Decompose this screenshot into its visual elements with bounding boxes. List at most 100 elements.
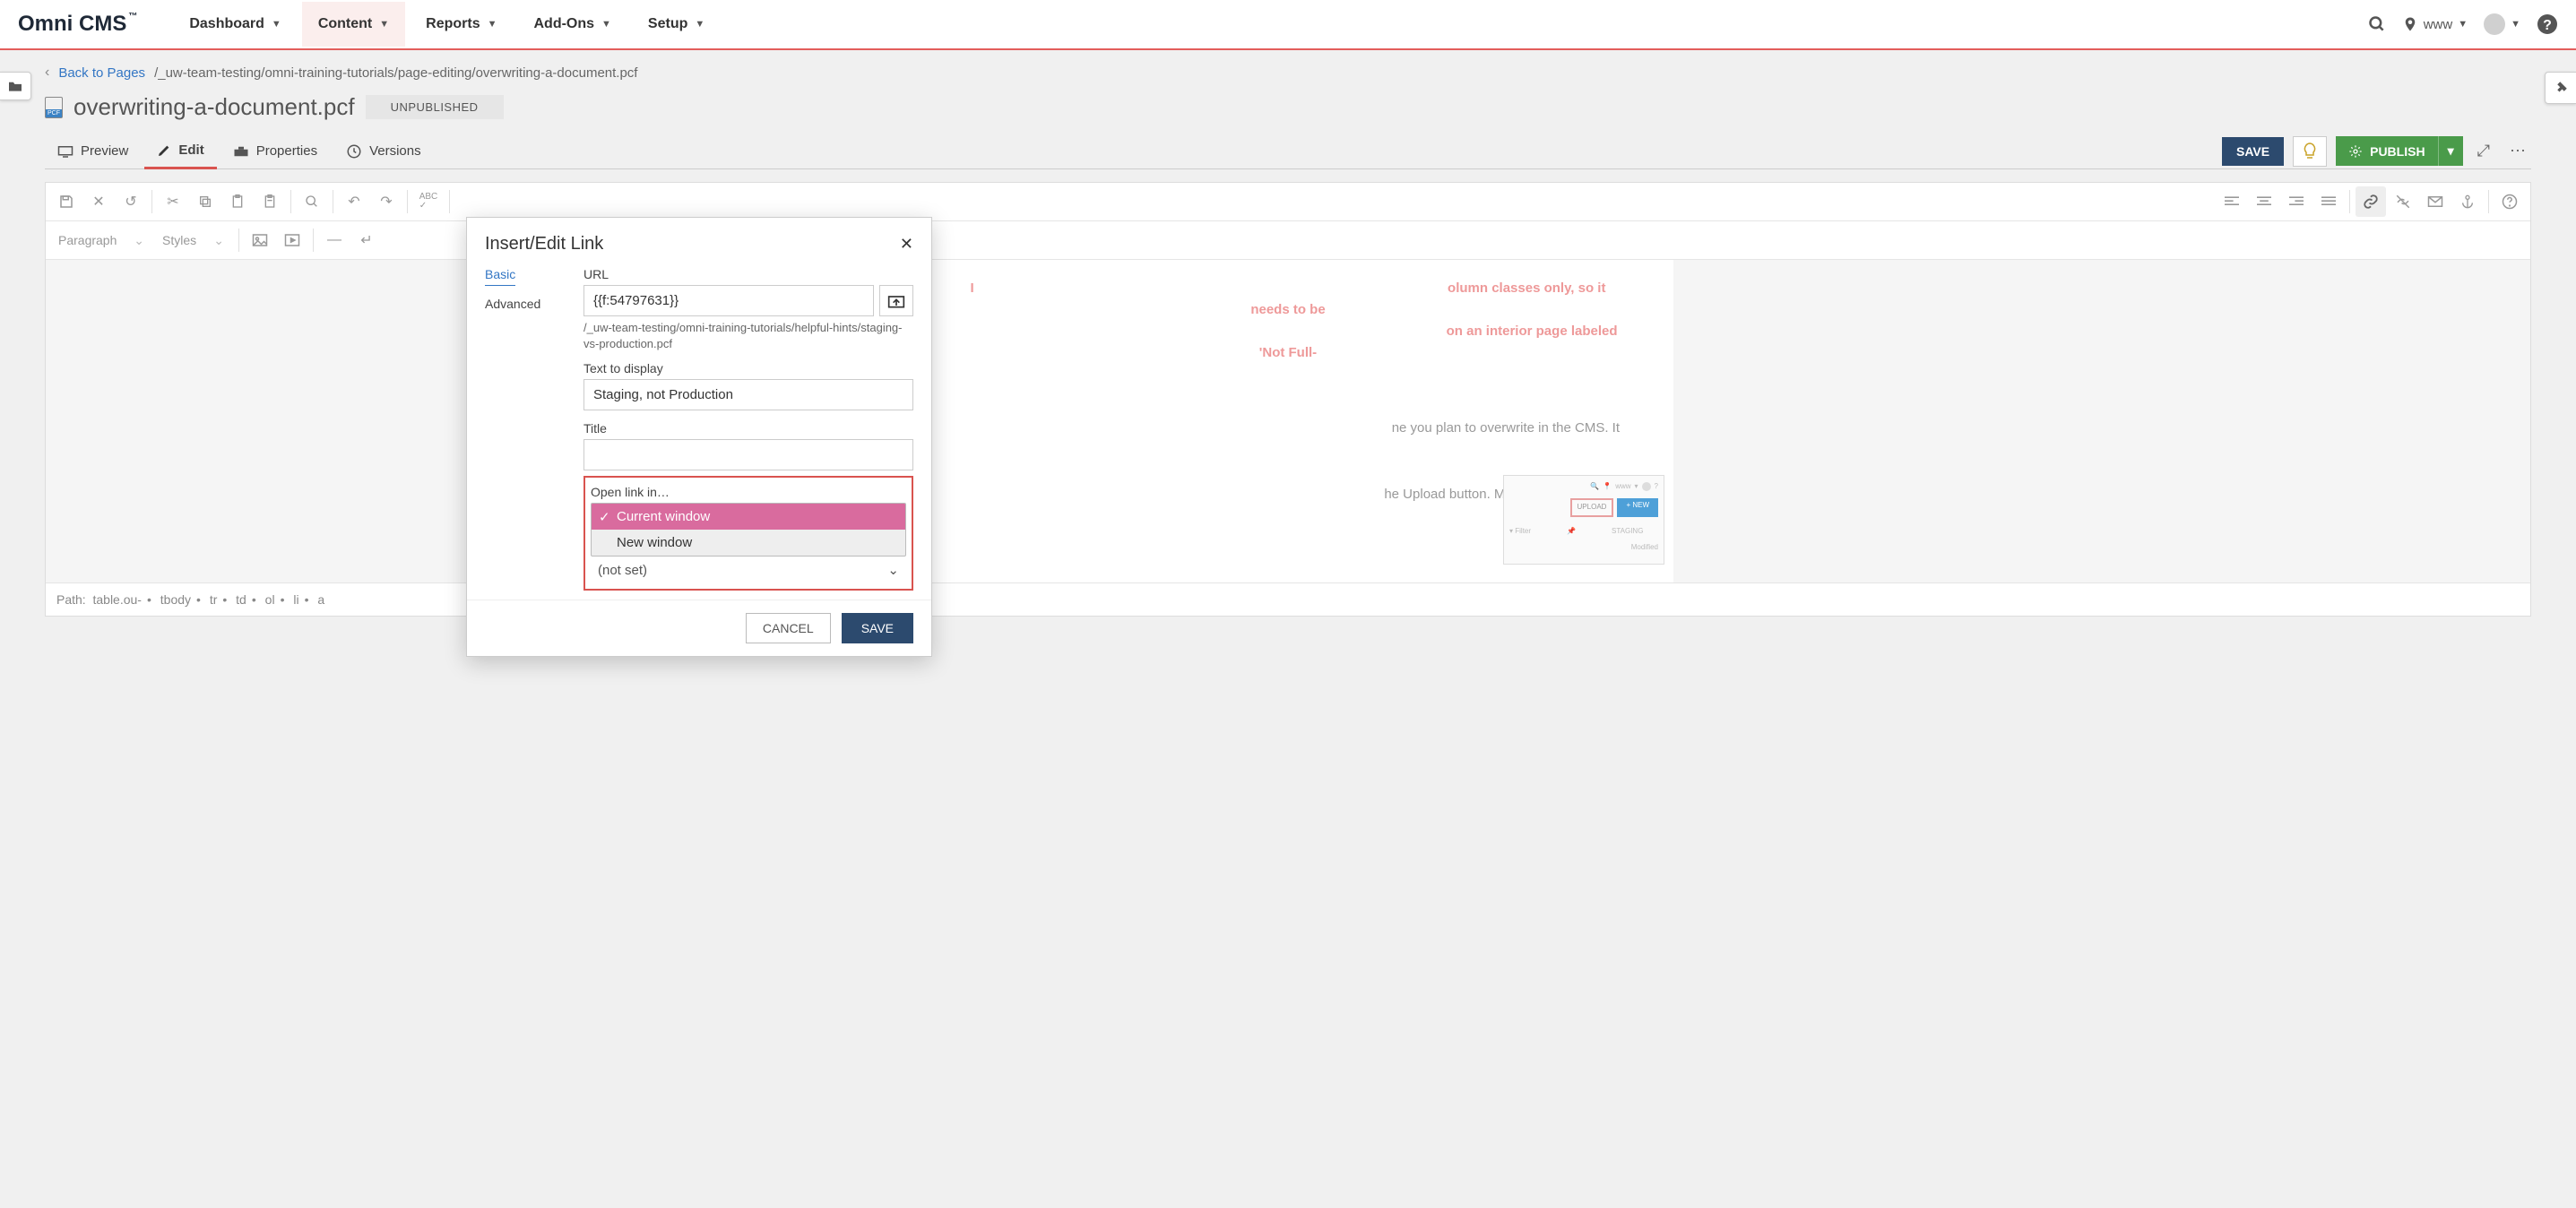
chevron-down-icon: ⌄: [887, 562, 899, 578]
site-selector[interactable]: www ▼: [2402, 16, 2468, 32]
chevron-down-icon: ▼: [2458, 19, 2468, 30]
path-seg[interactable]: tr: [210, 592, 218, 607]
nav-content[interactable]: Content▼: [302, 2, 405, 47]
tab-versions[interactable]: Versions: [333, 134, 434, 168]
svg-text:?: ?: [2543, 18, 2552, 33]
align-right-icon[interactable]: [2281, 186, 2312, 217]
help-toolbar-icon[interactable]: [2494, 186, 2525, 217]
thumb-pin-icon: 📍: [1603, 481, 1612, 493]
thumb-avatar-icon: [1642, 482, 1651, 491]
back-to-pages-link[interactable]: Back to Pages: [58, 65, 145, 81]
hr-icon[interactable]: —: [319, 225, 350, 255]
page-header: overwriting-a-document.pcf UNPUBLISHED: [45, 93, 2531, 134]
folder-drawer-toggle[interactable]: [0, 72, 31, 100]
chevron-down-icon: ▼: [601, 19, 611, 30]
class-select[interactable]: (not set) ⌄: [591, 557, 906, 583]
paste-text-icon[interactable]: [255, 186, 285, 217]
anchor-icon[interactable]: [2452, 186, 2483, 217]
browse-icon: [887, 293, 905, 309]
page-tabs-row: Preview Edit Properties Versions SAVE PU…: [45, 134, 2531, 169]
url-input[interactable]: [583, 285, 874, 316]
thumb-search-icon: 🔍: [1590, 481, 1599, 493]
chevron-left-icon: ‹: [45, 65, 49, 81]
editor-canvas-area: I olumn classes only, so it needs to be …: [46, 260, 2530, 582]
browse-button[interactable]: [879, 285, 913, 316]
top-navbar: Omni CMS™ Dashboard▼ Content▼ Reports▼ A…: [0, 0, 2576, 50]
dialog-cancel-button[interactable]: CANCEL: [746, 613, 831, 643]
wysiwyg-editor: ✕ ↺ ✂ ↶ ↷ ABC✓: [45, 182, 2531, 617]
pin-icon: [2402, 16, 2418, 32]
mailto-icon[interactable]: [2420, 186, 2451, 217]
toolbar-row-2: Paragraph Styles — ↵: [46, 221, 2530, 260]
option-current-window[interactable]: Current window: [592, 504, 905, 530]
lightbulb-icon: [2303, 142, 2317, 160]
lightbulb-button[interactable]: [2293, 136, 2327, 167]
tab-preview[interactable]: Preview: [45, 134, 141, 168]
save-button[interactable]: SAVE: [2222, 137, 2284, 166]
breadcrumb-path: /_uw-team-testing/omni-training-tutorial…: [154, 65, 637, 81]
redo-icon[interactable]: ↷: [371, 186, 402, 217]
path-seg[interactable]: li: [293, 592, 298, 607]
help-icon[interactable]: ?: [2537, 13, 2558, 35]
dialog-save-button[interactable]: SAVE: [842, 613, 913, 643]
text-to-display-label: Text to display: [583, 361, 913, 375]
image-icon[interactable]: [245, 225, 275, 255]
copy-icon[interactable]: [190, 186, 220, 217]
user-menu[interactable]: ▼: [2484, 13, 2520, 35]
save-icon[interactable]: [51, 186, 82, 217]
spellcheck-icon[interactable]: ABC✓: [413, 186, 444, 217]
nav-setup[interactable]: Setup▼: [632, 2, 721, 47]
tab-edit[interactable]: Edit: [144, 134, 216, 169]
thumb-new-button: + NEW: [1617, 498, 1658, 517]
thumb-upload-button: UPLOAD: [1570, 498, 1614, 517]
path-seg[interactable]: td: [236, 592, 246, 607]
gadgets-drawer-toggle[interactable]: [2545, 72, 2576, 104]
option-new-window[interactable]: New window: [592, 530, 905, 556]
nav-dashboard[interactable]: Dashboard▼: [173, 2, 297, 47]
history-icon: [346, 143, 362, 160]
publish-dropdown[interactable]: ▾: [2438, 136, 2463, 166]
url-label: URL: [583, 267, 913, 281]
editor-canvas[interactable]: I olumn classes only, so it needs to be …: [903, 260, 1673, 582]
cancel-icon[interactable]: ✕: [83, 186, 114, 217]
expand-icon[interactable]: ⤢: [2472, 136, 2495, 166]
revert-icon[interactable]: ↺: [116, 186, 146, 217]
search-icon[interactable]: [2368, 15, 2386, 33]
more-icon[interactable]: ⋯: [2504, 136, 2531, 166]
nav-addons[interactable]: Add-Ons▼: [517, 2, 627, 47]
folder-icon: [7, 80, 23, 92]
publish-button[interactable]: PUBLISH: [2336, 136, 2437, 166]
align-center-icon[interactable]: [2249, 186, 2279, 217]
path-seg[interactable]: ol: [265, 592, 275, 607]
path-seg[interactable]: table.ou-: [92, 592, 141, 607]
path-seg[interactable]: a: [317, 592, 324, 607]
align-justify-icon[interactable]: [2313, 186, 2344, 217]
close-icon[interactable]: ✕: [900, 235, 913, 254]
find-icon[interactable]: [297, 186, 327, 217]
styles-select[interactable]: Styles: [155, 228, 233, 253]
tab-properties[interactable]: Properties: [220, 134, 330, 168]
cut-icon[interactable]: ✂: [158, 186, 188, 217]
video-icon[interactable]: [277, 225, 307, 255]
nav-menu: Dashboard▼ Content▼ Reports▼ Add-Ons▼ Se…: [173, 2, 2367, 47]
link-icon[interactable]: [2356, 186, 2386, 217]
paste-icon[interactable]: [222, 186, 253, 217]
unlink-icon[interactable]: [2388, 186, 2418, 217]
paragraph-select[interactable]: Paragraph: [51, 228, 153, 253]
title-input[interactable]: [583, 439, 913, 470]
align-left-icon[interactable]: [2217, 186, 2247, 217]
pencil-icon: [157, 143, 171, 158]
status-badge: UNPUBLISHED: [366, 95, 504, 119]
path-seg[interactable]: tbody: [160, 592, 191, 607]
text-to-display-input[interactable]: [583, 379, 913, 410]
open-link-label: Open link in…: [591, 485, 906, 499]
chevron-down-icon: ▼: [695, 19, 705, 30]
site-name: www: [2424, 17, 2453, 32]
trademark: ™: [128, 12, 137, 22]
nav-reports[interactable]: Reports▼: [410, 2, 513, 47]
linebreak-icon[interactable]: ↵: [351, 225, 382, 255]
dialog-tab-basic[interactable]: Basic: [485, 263, 515, 286]
undo-icon[interactable]: ↶: [339, 186, 369, 217]
dialog-tab-advanced[interactable]: Advanced: [485, 293, 566, 315]
open-link-dropdown[interactable]: Current window New window: [591, 503, 906, 557]
